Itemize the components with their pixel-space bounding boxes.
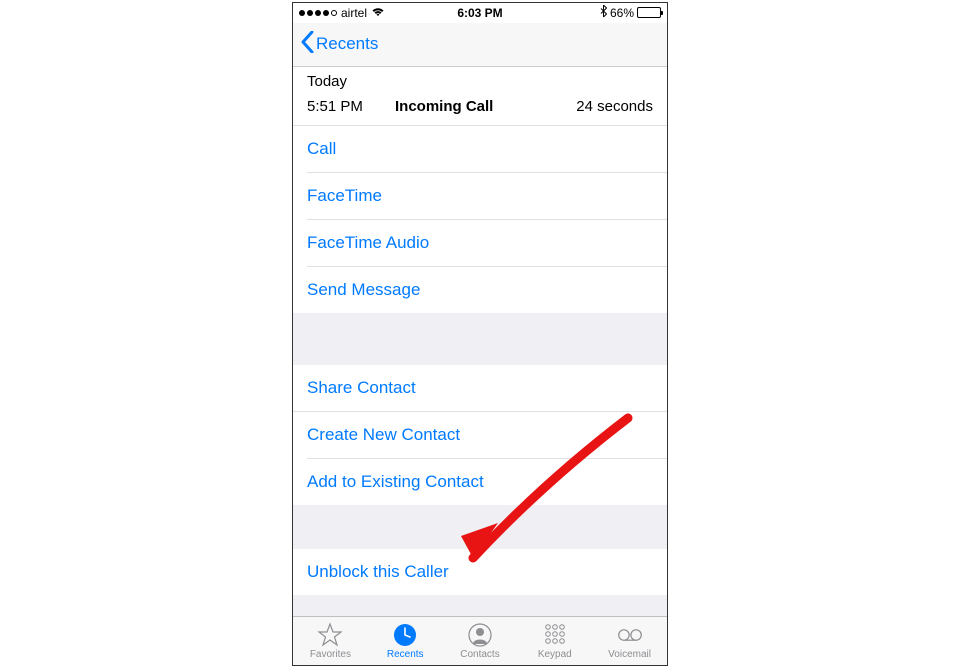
back-chevron-icon[interactable] bbox=[301, 30, 314, 58]
wifi-icon bbox=[371, 6, 385, 20]
add-existing-contact-button[interactable]: Add to Existing Contact bbox=[293, 459, 667, 505]
person-icon bbox=[467, 622, 493, 648]
tab-favorites[interactable]: Favorites bbox=[293, 617, 368, 665]
day-header: Today bbox=[293, 67, 667, 92]
nav-bar: Recents bbox=[293, 23, 667, 67]
tab-label: Keypad bbox=[538, 649, 572, 660]
phone-frame: airtel 6:03 PM 66% Recents Today 5:51 PM… bbox=[292, 2, 668, 666]
tab-recents[interactable]: Recents bbox=[368, 617, 443, 665]
call-log-row: 5:51 PM Incoming Call 24 seconds bbox=[293, 92, 667, 126]
call-time: 5:51 PM bbox=[307, 98, 395, 115]
tab-bar: Favorites Recents Contacts Keypad bbox=[293, 616, 667, 665]
signal-dots-icon bbox=[299, 10, 337, 16]
send-message-button[interactable]: Send Message bbox=[293, 267, 667, 313]
star-icon bbox=[317, 622, 343, 648]
tab-contacts[interactable]: Contacts bbox=[443, 617, 518, 665]
back-button-label[interactable]: Recents bbox=[316, 34, 378, 54]
battery-pct-label: 66% bbox=[610, 6, 634, 20]
clock-icon bbox=[392, 622, 418, 648]
bluetooth-icon bbox=[600, 5, 607, 20]
content-scroll[interactable]: Today 5:51 PM Incoming Call 24 seconds C… bbox=[293, 67, 667, 616]
keypad-icon bbox=[542, 622, 568, 648]
voicemail-icon bbox=[617, 622, 643, 648]
call-button[interactable]: Call bbox=[307, 126, 667, 173]
share-contact-button[interactable]: Share Contact bbox=[293, 365, 667, 412]
facetime-button[interactable]: FaceTime bbox=[307, 173, 667, 220]
unblock-caller-button[interactable]: Unblock this Caller bbox=[293, 549, 667, 595]
tab-keypad[interactable]: Keypad bbox=[517, 617, 592, 665]
call-type: Incoming Call bbox=[395, 98, 576, 115]
tab-label: Voicemail bbox=[608, 649, 651, 660]
clock-label: 6:03 PM bbox=[457, 6, 502, 20]
tab-voicemail[interactable]: Voicemail bbox=[592, 617, 667, 665]
call-duration: 24 seconds bbox=[576, 98, 653, 115]
tab-label: Favorites bbox=[310, 649, 351, 660]
status-bar: airtel 6:03 PM 66% bbox=[293, 3, 667, 23]
carrier-label: airtel bbox=[341, 6, 367, 20]
tab-label: Contacts bbox=[460, 649, 499, 660]
facetime-audio-button[interactable]: FaceTime Audio bbox=[307, 220, 667, 267]
battery-icon bbox=[637, 7, 661, 18]
create-new-contact-button[interactable]: Create New Contact bbox=[307, 412, 667, 459]
tab-label: Recents bbox=[387, 649, 424, 660]
